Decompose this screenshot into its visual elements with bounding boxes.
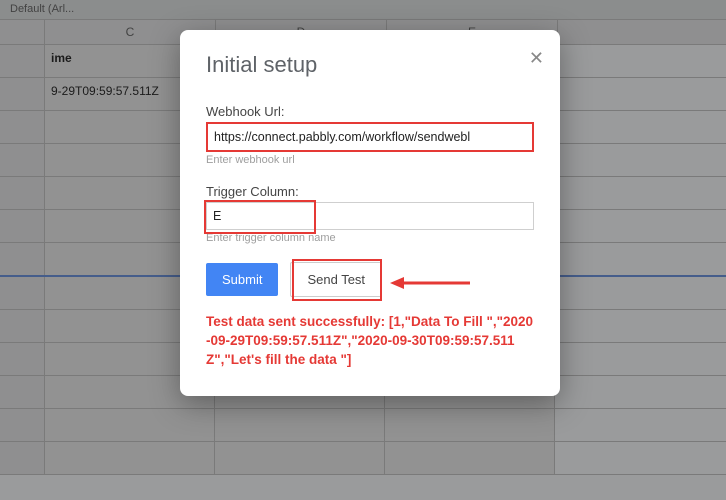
trigger-column-helper: Enter trigger column name <box>206 232 534 244</box>
send-test-button[interactable]: Send Test <box>290 262 382 297</box>
status-message: Test data sent successfully: [1,"Data To… <box>206 313 534 370</box>
webhook-url-helper: Enter webhook url <box>206 154 534 166</box>
submit-button[interactable]: Submit <box>206 263 278 296</box>
trigger-column-label: Trigger Column: <box>206 184 534 199</box>
trigger-column-input[interactable] <box>206 202 534 230</box>
initial-setup-modal: ✕ Initial setup Webhook Url: Enter webho… <box>180 30 560 396</box>
modal-title: Initial setup <box>206 52 534 78</box>
close-icon[interactable]: ✕ <box>529 48 544 69</box>
button-row: Submit Send Test <box>206 262 534 297</box>
webhook-url-label: Webhook Url: <box>206 104 534 119</box>
arrow-annotation-icon <box>390 276 470 290</box>
webhook-url-input[interactable] <box>206 122 534 152</box>
